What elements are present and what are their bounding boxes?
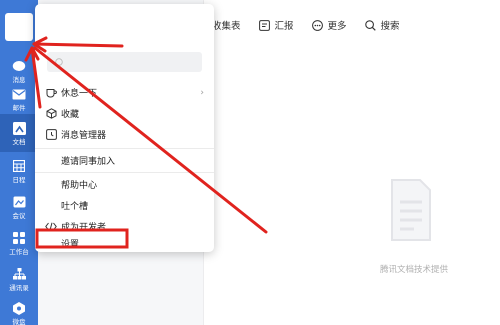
message-icon (11, 58, 27, 74)
collect-form-button[interactable]: 收集表 (212, 18, 241, 32)
profile-dropdown-menu: 休息一下 › 收藏 消息管理器 邀请同事加入 帮助中心 吐个槽 成为开发者 设置 (35, 4, 214, 252)
avatar[interactable] (5, 13, 33, 41)
menu-item-label: 吐个槽 (61, 202, 89, 212)
calendar-icon (11, 158, 27, 174)
menu-item-invite-colleagues[interactable]: 邀请同事加入 (35, 150, 214, 171)
sidebar-item-label: 文档 (12, 138, 26, 147)
left-sidebar: 消息 邮件 文档 日程 会议 工作台 通讯录 微盘 (0, 0, 38, 325)
more-icon (312, 19, 324, 31)
menu-divider (35, 172, 214, 173)
search-icon (365, 19, 377, 31)
form-label: 收集表 (212, 21, 241, 32)
main-content-area (204, 0, 500, 325)
message-manager-icon (45, 129, 57, 141)
meeting-icon (11, 194, 27, 210)
docs-icon (11, 120, 27, 136)
menu-item-label: 消息管理器 (61, 131, 107, 141)
top-toolbar: 收集表 汇报 更多 搜索 (204, 12, 418, 38)
sidebar-item-meeting[interactable]: 会议 (0, 188, 38, 226)
sidebar-item-label: 会议 (12, 212, 26, 221)
menu-item-favorites[interactable]: 收藏 (35, 103, 214, 124)
status-circle-icon (55, 58, 63, 66)
contacts-icon (11, 266, 27, 282)
sidebar-item-label: 微盘 (12, 318, 26, 325)
menu-item-label: 邀请同事加入 (61, 157, 116, 167)
menu-item-label: 休息一下 (61, 89, 98, 99)
menu-item-take-break[interactable]: 休息一下 › (35, 82, 214, 103)
search-label: 搜索 (380, 21, 400, 32)
menu-item-label: 设置 (61, 240, 80, 250)
more-label: 更多 (327, 21, 347, 32)
sidebar-item-docs[interactable]: 文档 (0, 114, 38, 152)
menu-item-message-manager[interactable]: 消息管理器 (35, 124, 214, 145)
favorite-icon (45, 108, 57, 120)
empty-document-icon (391, 179, 431, 241)
sidebar-item-mail[interactable]: 邮件 (0, 80, 38, 118)
sidebar-item-label: 通讯录 (9, 284, 29, 293)
workbench-icon (11, 230, 27, 246)
code-icon (45, 221, 57, 233)
sidebar-item-drive[interactable]: 微盘 (0, 294, 38, 325)
menu-divider (35, 148, 214, 149)
menu-item-help-center[interactable]: 帮助中心 (35, 174, 214, 195)
menu-item-settings[interactable]: 设置 (35, 233, 214, 254)
sidebar-item-workbench[interactable]: 工作台 (0, 224, 38, 262)
chevron-right-icon: › (200, 87, 204, 98)
drive-icon (11, 300, 27, 316)
menu-item-label: 成为开发者 (61, 223, 107, 233)
menu-item-feedback[interactable]: 吐个槽 (35, 195, 214, 216)
report-icon (259, 19, 271, 31)
search-button[interactable]: 搜索 (365, 18, 400, 32)
sidebar-item-label: 日程 (12, 176, 26, 185)
sidebar-item-calendar[interactable]: 日程 (0, 152, 38, 190)
sidebar-item-label: 邮件 (12, 104, 26, 113)
sidebar-item-label: 工作台 (9, 248, 29, 257)
more-button[interactable]: 更多 (312, 18, 347, 32)
status-input[interactable] (47, 52, 202, 72)
mail-icon (11, 86, 27, 102)
menu-item-label: 帮助中心 (61, 181, 98, 191)
report-label: 汇报 (274, 21, 294, 32)
sidebar-item-contacts[interactable]: 通讯录 (0, 260, 38, 298)
menu-item-label: 收藏 (61, 110, 80, 120)
empty-state-caption: 腾讯文档技术提供 (379, 265, 448, 275)
report-button[interactable]: 汇报 (259, 18, 294, 32)
coffee-icon (45, 87, 57, 99)
